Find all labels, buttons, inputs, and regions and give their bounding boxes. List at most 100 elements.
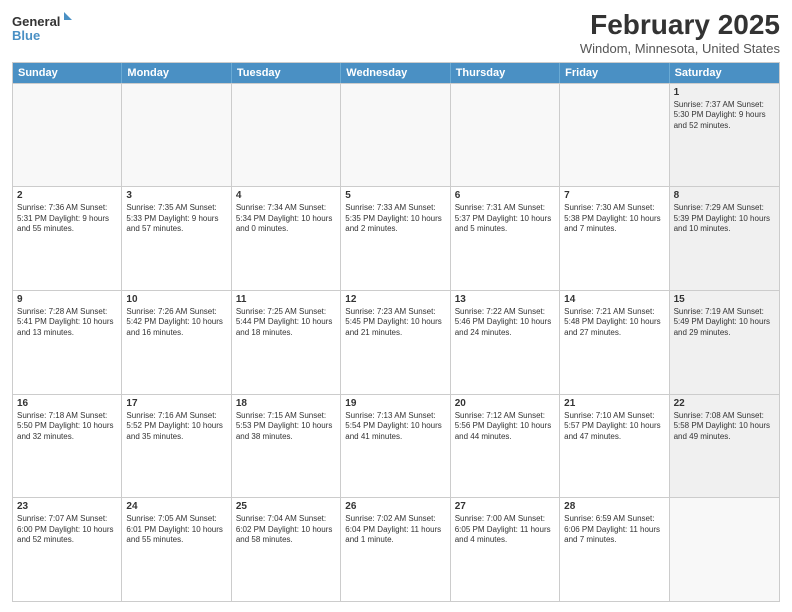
day-info: Sunrise: 7:31 AM Sunset: 5:37 PM Dayligh… [455,203,555,234]
day-info: Sunrise: 7:19 AM Sunset: 5:49 PM Dayligh… [674,307,775,338]
month-title: February 2025 [580,10,780,41]
calendar-cell: 17 Sunrise: 7:16 AM Sunset: 5:52 PM Dayli… [122,395,231,498]
calendar-cell: 25 Sunrise: 7:04 AM Sunset: 6:02 PM Dayli… [232,498,341,601]
svg-text:Blue: Blue [12,28,40,43]
day-number: 1 [674,87,775,98]
calendar-cell: 23 Sunrise: 7:07 AM Sunset: 6:00 PM Dayli… [13,498,122,601]
calendar-cell: 19 Sunrise: 7:13 AM Sunset: 5:54 PM Dayli… [341,395,450,498]
day-number: 28 [564,501,664,512]
calendar-cell: 28 Sunrise: 6:59 AM Sunset: 6:06 PM Dayli… [560,498,669,601]
day-number: 8 [674,190,775,201]
calendar-cell [670,498,779,601]
calendar-cell [451,84,560,187]
day-number: 6 [455,190,555,201]
day-number: 7 [564,190,664,201]
day-info: Sunrise: 7:26 AM Sunset: 5:42 PM Dayligh… [126,307,226,338]
day-info: Sunrise: 7:33 AM Sunset: 5:35 PM Dayligh… [345,203,445,234]
calendar-cell: 24 Sunrise: 7:05 AM Sunset: 6:01 PM Dayli… [122,498,231,601]
day-number: 5 [345,190,445,201]
day-number: 26 [345,501,445,512]
day-info: Sunrise: 7:35 AM Sunset: 5:33 PM Dayligh… [126,203,226,234]
svg-text:General: General [12,14,60,29]
calendar-cell: 1 Sunrise: 7:37 AM Sunset: 5:30 PM Daylig… [670,84,779,187]
day-info: Sunrise: 7:12 AM Sunset: 5:56 PM Dayligh… [455,411,555,442]
calendar-cell: 13 Sunrise: 7:22 AM Sunset: 5:46 PM Dayli… [451,291,560,394]
day-info: Sunrise: 7:23 AM Sunset: 5:45 PM Dayligh… [345,307,445,338]
day-info: Sunrise: 7:07 AM Sunset: 6:00 PM Dayligh… [17,514,117,545]
weekday-header-friday: Friday [560,63,669,83]
calendar-cell: 22 Sunrise: 7:08 AM Sunset: 5:58 PM Dayli… [670,395,779,498]
calendar-cell: 8 Sunrise: 7:29 AM Sunset: 5:39 PM Daylig… [670,187,779,290]
day-number: 2 [17,190,117,201]
day-info: Sunrise: 7:36 AM Sunset: 5:31 PM Dayligh… [17,203,117,234]
calendar-cell: 9 Sunrise: 7:28 AM Sunset: 5:41 PM Daylig… [13,291,122,394]
calendar-cell [13,84,122,187]
day-info: Sunrise: 7:15 AM Sunset: 5:53 PM Dayligh… [236,411,336,442]
day-info: Sunrise: 7:16 AM Sunset: 5:52 PM Dayligh… [126,411,226,442]
day-number: 13 [455,294,555,305]
day-info: Sunrise: 7:08 AM Sunset: 5:58 PM Dayligh… [674,411,775,442]
day-number: 15 [674,294,775,305]
day-number: 16 [17,398,117,409]
weekday-header-thursday: Thursday [451,63,560,83]
calendar-cell: 2 Sunrise: 7:36 AM Sunset: 5:31 PM Daylig… [13,187,122,290]
calendar-cell [341,84,450,187]
calendar-cell: 15 Sunrise: 7:19 AM Sunset: 5:49 PM Dayli… [670,291,779,394]
calendar-cell: 6 Sunrise: 7:31 AM Sunset: 5:37 PM Daylig… [451,187,560,290]
calendar-cell: 7 Sunrise: 7:30 AM Sunset: 5:38 PM Daylig… [560,187,669,290]
day-info: Sunrise: 7:34 AM Sunset: 5:34 PM Dayligh… [236,203,336,234]
day-number: 20 [455,398,555,409]
calendar-cell [560,84,669,187]
day-info: Sunrise: 7:29 AM Sunset: 5:39 PM Dayligh… [674,203,775,234]
calendar-row-4: 23 Sunrise: 7:07 AM Sunset: 6:00 PM Dayli… [13,497,779,601]
calendar-cell: 14 Sunrise: 7:21 AM Sunset: 5:48 PM Dayli… [560,291,669,394]
day-info: Sunrise: 7:30 AM Sunset: 5:38 PM Dayligh… [564,203,664,234]
day-info: Sunrise: 7:22 AM Sunset: 5:46 PM Dayligh… [455,307,555,338]
calendar-row-0: 1 Sunrise: 7:37 AM Sunset: 5:30 PM Daylig… [13,83,779,187]
day-info: Sunrise: 7:13 AM Sunset: 5:54 PM Dayligh… [345,411,445,442]
day-number: 18 [236,398,336,409]
calendar-cell: 16Sunrise: 7:18 AM Sunset: 5:50 PM Dayli… [13,395,122,498]
calendar-row-3: 16Sunrise: 7:18 AM Sunset: 5:50 PM Dayli… [13,394,779,498]
day-number: 12 [345,294,445,305]
page: General Blue February 2025 Windom, Minne… [0,0,792,612]
day-number: 25 [236,501,336,512]
day-info: Sunrise: 7:04 AM Sunset: 6:02 PM Dayligh… [236,514,336,545]
calendar-cell: 11 Sunrise: 7:25 AM Sunset: 5:44 PM Dayli… [232,291,341,394]
calendar-cell: 27 Sunrise: 7:00 AM Sunset: 6:05 PM Dayli… [451,498,560,601]
day-number: 9 [17,294,117,305]
day-number: 11 [236,294,336,305]
weekday-header-saturday: Saturday [670,63,779,83]
day-number: 24 [126,501,226,512]
calendar-cell [232,84,341,187]
location: Windom, Minnesota, United States [580,41,780,56]
title-block: February 2025 Windom, Minnesota, United … [580,10,780,56]
day-number: 17 [126,398,226,409]
calendar-cell: 21Sunrise: 7:10 AM Sunset: 5:57 PM Dayli… [560,395,669,498]
day-info: Sunrise: 7:21 AM Sunset: 5:48 PM Dayligh… [564,307,664,338]
day-info: Sunrise: 7:05 AM Sunset: 6:01 PM Dayligh… [126,514,226,545]
weekday-header-sunday: Sunday [13,63,122,83]
calendar-row-1: 2 Sunrise: 7:36 AM Sunset: 5:31 PM Daylig… [13,186,779,290]
day-info: Sunrise: 7:00 AM Sunset: 6:05 PM Dayligh… [455,514,555,545]
day-number: 19 [345,398,445,409]
day-number: 4 [236,190,336,201]
day-number: 23 [17,501,117,512]
day-number: 10 [126,294,226,305]
day-number: 22 [674,398,775,409]
logo-svg: General Blue [12,10,72,46]
day-number: 14 [564,294,664,305]
calendar-body: 1 Sunrise: 7:37 AM Sunset: 5:30 PM Daylig… [13,83,779,601]
day-info: Sunrise: 7:02 AM Sunset: 6:04 PM Dayligh… [345,514,445,545]
calendar-cell: 10 Sunrise: 7:26 AM Sunset: 5:42 PM Dayli… [122,291,231,394]
day-info: Sunrise: 7:28 AM Sunset: 5:41 PM Dayligh… [17,307,117,338]
calendar-row-2: 9 Sunrise: 7:28 AM Sunset: 5:41 PM Daylig… [13,290,779,394]
logo: General Blue [12,10,72,46]
day-info: Sunrise: 6:59 AM Sunset: 6:06 PM Dayligh… [564,514,664,545]
day-number: 27 [455,501,555,512]
calendar-cell: 4 Sunrise: 7:34 AM Sunset: 5:34 PM Daylig… [232,187,341,290]
weekday-header-monday: Monday [122,63,231,83]
day-info: Sunrise: 7:37 AM Sunset: 5:30 PM Dayligh… [674,100,775,131]
day-info: Sunrise: 7:25 AM Sunset: 5:44 PM Dayligh… [236,307,336,338]
calendar-cell: 20 Sunrise: 7:12 AM Sunset: 5:56 PM Dayli… [451,395,560,498]
